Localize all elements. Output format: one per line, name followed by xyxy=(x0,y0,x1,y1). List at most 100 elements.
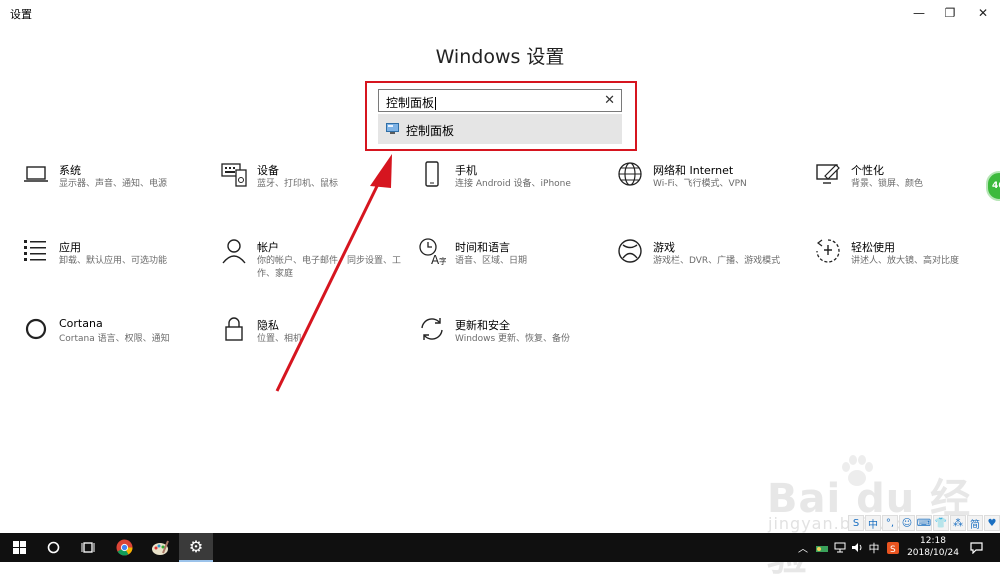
update-icon xyxy=(418,315,446,343)
control-panel-icon xyxy=(386,123,399,134)
ime-toolbar-button[interactable]: ☺ xyxy=(899,515,915,531)
chrome-icon xyxy=(116,539,132,556)
tile-description: 卸载、默认应用、可选功能 xyxy=(59,256,168,266)
ime-toolbar-button[interactable]: ⁂ xyxy=(950,515,966,531)
chrome-taskbar-button[interactable] xyxy=(107,533,141,562)
close-icon: ✕ xyxy=(977,6,989,20)
taskbar-clock[interactable]: 12:18 2018/10/24 xyxy=(906,535,960,559)
tile-description: 连接 Android 设备、iPhone xyxy=(455,179,571,189)
tile-title: 个性化 xyxy=(851,164,884,177)
clock-date: 2018/10/24 xyxy=(907,548,959,558)
apps-list-icon xyxy=(22,237,50,265)
tile-description: 蓝牙、打印机、鼠标 xyxy=(257,179,339,189)
clear-search-button[interactable]: ✕ xyxy=(604,93,615,108)
settings-tile[interactable]: 轻松使用讲述人、放大镜、高对比度 xyxy=(814,237,1000,297)
restore-button[interactable]: ❐ xyxy=(933,2,967,24)
globe-icon xyxy=(616,160,644,188)
paw-logo-icon xyxy=(842,455,873,486)
tile-description: 位置、相机 xyxy=(257,334,303,344)
settings-tile[interactable]: 更新和安全 Windows 更新、恢复、备份 xyxy=(418,315,608,375)
search-value: 控制面板 xyxy=(386,96,435,110)
tile-title: 手机 xyxy=(455,164,477,177)
tray-chevron-icon[interactable]: ︿ xyxy=(794,533,812,562)
tray-s-app-icon[interactable]: S xyxy=(885,533,901,562)
text-caret xyxy=(435,97,437,110)
ime-toolbar-button[interactable]: ⌨ xyxy=(916,515,932,531)
tray-app-icon[interactable] xyxy=(814,533,830,562)
settings-tile[interactable]: 隐私 位置、相机 xyxy=(220,315,410,375)
time-language-icon: A字 xyxy=(418,237,447,267)
ime-toolbar-button[interactable]: 简 xyxy=(967,515,983,531)
ime-toolbar-button[interactable]: °, xyxy=(882,515,898,531)
settings-tile[interactable]: A 字时间和语言语音、区域、日期 xyxy=(418,237,608,297)
tile-description: Cortana 语言、权限、通知 xyxy=(59,334,170,344)
settings-tile[interactable]: 系统 显示器、声音、通知、电源 xyxy=(22,160,212,220)
tile-title: 隐私 xyxy=(257,319,279,332)
person-icon xyxy=(220,237,248,265)
xbox-icon xyxy=(616,237,644,265)
search-input[interactable]: 控制面板 ✕ xyxy=(378,89,622,112)
svg-text:S: S xyxy=(890,545,896,554)
search-suggestion[interactable]: 控制面板 xyxy=(378,114,622,144)
settings-tile[interactable]: 个性化背景、锁屏、颜色 xyxy=(814,160,1000,220)
taskbar: ⚙ ︿ 中 S 12:18 2018/10/24 xyxy=(0,533,1000,562)
tile-description: Windows 更新、恢复、备份 xyxy=(455,334,571,344)
cortana-icon xyxy=(22,315,50,343)
ime-toolbar-button[interactable]: 中 xyxy=(865,515,881,531)
task-view-icon xyxy=(81,542,95,553)
settings-tile[interactable]: 设备蓝牙、打印机、鼠标 xyxy=(220,160,410,220)
ime-indicator[interactable]: 中 xyxy=(866,533,882,562)
tile-description: 背景、锁屏、颜色 xyxy=(851,179,924,189)
tile-description: Wi-Fi、飞行模式、VPN xyxy=(653,179,747,189)
tile-description: 语音、区域、日期 xyxy=(455,256,528,266)
page-title: Windows 设置 xyxy=(435,46,565,68)
tile-title: 设备 xyxy=(257,164,279,177)
settings-tile[interactable]: 帐户你的帐户、电子邮件、同步设置、工作、家庭 xyxy=(220,237,410,297)
settings-taskbar-button[interactable]: ⚙ xyxy=(179,533,213,562)
clock-time: 12:18 xyxy=(920,536,946,546)
action-center-icon[interactable] xyxy=(966,533,986,562)
cortana-circle-icon xyxy=(47,541,59,554)
ime-toolbar-button[interactable]: 👕 xyxy=(933,515,949,531)
tile-description: 游戏栏、DVR、广播、游戏模式 xyxy=(653,256,781,266)
gear-icon: ⚙ xyxy=(188,537,204,556)
start-button[interactable] xyxy=(2,533,36,562)
tile-title: 更新和安全 xyxy=(455,319,510,332)
suggestion-label: 控制面板 xyxy=(406,124,455,138)
tile-description: 讲述人、放大镜、高对比度 xyxy=(851,256,960,266)
settings-tile[interactable]: 应用卸载、默认应用、可选功能 xyxy=(22,237,212,297)
ime-toolbar[interactable]: S中°,☺⌨👕⁂简♥⋮⋮ xyxy=(848,515,1000,531)
volume-icon[interactable] xyxy=(849,533,865,562)
task-view-button[interactable] xyxy=(71,533,105,562)
paint-taskbar-button[interactable] xyxy=(143,533,177,562)
ime-toolbar-button[interactable]: S xyxy=(848,515,864,531)
settings-tile[interactable]: Cortana Cortana 语言、权限、通知 xyxy=(22,315,212,375)
tile-title: Cortana xyxy=(59,317,103,330)
cortana-button[interactable] xyxy=(36,533,70,562)
title-bar: 设置 — ❐ ✕ xyxy=(0,0,1000,26)
tile-title: 时间和语言 xyxy=(455,241,510,254)
personalization-icon xyxy=(814,160,842,188)
tile-title: 帐户 xyxy=(257,241,279,254)
tile-title: 应用 xyxy=(59,241,81,254)
ease-of-access-icon xyxy=(814,237,842,265)
tile-description: 你的帐户、电子邮件、同步设置、工作、家庭 xyxy=(257,256,402,279)
restore-icon: ❐ xyxy=(944,6,956,20)
phone-icon xyxy=(418,160,446,188)
settings-tile[interactable]: 网络和 Internet Wi-Fi、飞行模式、VPN xyxy=(616,160,806,220)
settings-tile[interactable]: 游戏 游戏栏、DVR、广播、游戏模式 xyxy=(616,237,806,297)
close-button[interactable]: ✕ xyxy=(966,2,1000,24)
windows-logo-icon xyxy=(12,541,26,554)
tile-title: 轻松使用 xyxy=(851,241,895,254)
minimize-button[interactable]: — xyxy=(902,2,936,24)
paint-app-icon xyxy=(152,540,169,555)
app-title: 设置 xyxy=(10,8,32,21)
tile-description: 显示器、声音、通知、电源 xyxy=(59,179,168,189)
keyboard-printer-icon xyxy=(220,160,248,188)
minimize-icon: — xyxy=(913,6,925,20)
ime-toolbar-button[interactable]: ♥ xyxy=(984,515,1000,531)
settings-tile[interactable]: 手机连接 Android 设备、iPhone xyxy=(418,160,608,220)
network-icon[interactable] xyxy=(832,533,848,562)
laptop-icon xyxy=(22,160,50,188)
svg-text:字: 字 xyxy=(439,256,446,265)
